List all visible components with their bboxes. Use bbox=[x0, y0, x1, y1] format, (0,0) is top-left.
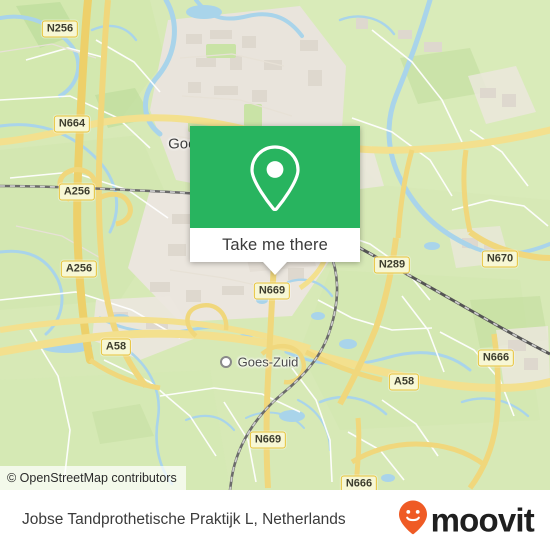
road-shield: N664 bbox=[53, 115, 91, 133]
take-me-there-label: Take me there bbox=[222, 235, 328, 254]
moovit-pin-icon bbox=[398, 500, 428, 541]
map-pin-icon bbox=[247, 143, 303, 211]
location-popup-card[interactable]: Take me there bbox=[190, 126, 360, 275]
moovit-wordmark: moovit bbox=[430, 501, 535, 539]
station-marker-icon bbox=[220, 356, 232, 368]
road-shield: N669 bbox=[253, 282, 291, 300]
footer-bar: Jobse Tandprothetische Praktijk L, Nethe… bbox=[0, 490, 550, 550]
road-shield: N669 bbox=[249, 431, 287, 449]
screenshot-root: N256 N664 A256 A256 A58 N669 N669 N289 N670 N666 A… bbox=[0, 0, 550, 550]
place-title: Jobse Tandprothetische Praktijk L, Nethe… bbox=[22, 511, 346, 528]
road-shield: N670 bbox=[481, 250, 519, 268]
popup-header bbox=[190, 126, 360, 228]
road-shield: A58 bbox=[100, 338, 132, 356]
road-shield: A256 bbox=[60, 260, 98, 278]
road-shield: N256 bbox=[41, 20, 79, 38]
road-shield: A256 bbox=[58, 183, 96, 201]
road-shield: N666 bbox=[340, 475, 378, 490]
osm-attribution-label: © OpenStreetMap contributors bbox=[7, 471, 177, 485]
moovit-logo[interactable]: moovit bbox=[398, 500, 535, 541]
osm-attribution[interactable]: © OpenStreetMap contributors bbox=[0, 466, 186, 490]
popup-pointer-tail bbox=[263, 262, 287, 275]
map-viewport[interactable]: N256 N664 A256 A256 A58 N669 N669 N289 N670 N666 A… bbox=[0, 0, 550, 490]
take-me-there-button[interactable]: Take me there bbox=[190, 228, 360, 262]
road-shield: A58 bbox=[388, 373, 420, 391]
road-shield: N289 bbox=[373, 256, 411, 274]
station-label: Goes-Zuid bbox=[237, 354, 299, 370]
road-shield: N666 bbox=[477, 349, 515, 367]
